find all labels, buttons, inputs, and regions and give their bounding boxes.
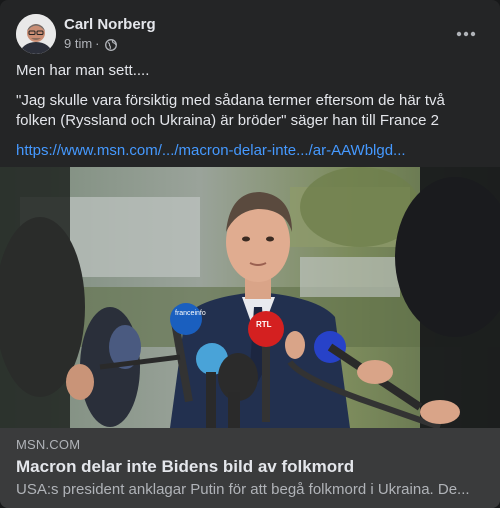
post-line-1: Men har man sett....: [16, 62, 150, 79]
avatar[interactable]: [16, 14, 56, 54]
more-options-button[interactable]: [448, 16, 484, 52]
post-card: Carl Norberg 9 tim · Men har man sett...…: [0, 0, 500, 508]
preview-domain: MSN.COM: [16, 437, 81, 452]
post-link[interactable]: https://www.msn.com/.../macron-delar-int…: [16, 142, 406, 159]
press-photo: franceinfo RTL: [0, 167, 500, 428]
more-options-icon: [456, 31, 476, 37]
preview-description: USA:s president anklagar Putin för att b…: [16, 481, 470, 498]
mic-label-rtl: RTL: [256, 320, 272, 329]
link-preview-image[interactable]: franceinfo RTL: [0, 167, 500, 428]
separator-dot: ·: [95, 36, 100, 51]
post-time[interactable]: 9 tim: [64, 35, 92, 53]
preview-title[interactable]: Macron delar inte Bidens bild av folkmor…: [16, 456, 354, 478]
author-name[interactable]: Carl Norberg: [64, 15, 156, 35]
post-meta: Carl Norberg 9 tim ·: [64, 15, 156, 53]
post-timestamp-row: 9 tim ·: [64, 35, 156, 53]
link-preview[interactable]: MSN.COM Macron delar inte Bidens bild av…: [0, 428, 500, 508]
post-header: Carl Norberg 9 tim ·: [16, 12, 484, 56]
profile-photo: [16, 14, 56, 54]
post-text: Men har man sett.... "Jag skulle vara fö…: [16, 61, 484, 171]
mic-label-franceinfo: franceinfo: [175, 310, 206, 317]
globe-icon[interactable]: [104, 38, 117, 51]
post-line-2: "Jag skulle vara försiktig med sådana te…: [16, 92, 445, 129]
